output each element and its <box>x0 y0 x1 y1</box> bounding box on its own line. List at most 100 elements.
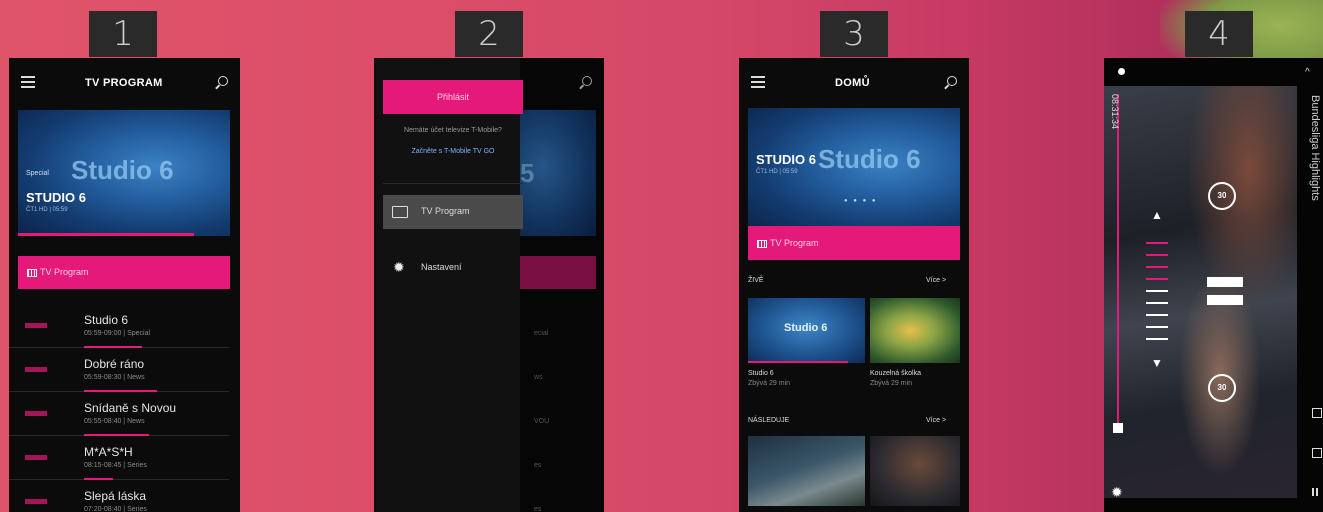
program-title: Snídaně s Novou <box>84 401 177 415</box>
live-card-kouzelna-skolka[interactable] <box>870 298 960 363</box>
volume-bar <box>1146 278 1168 280</box>
bg-search-icon <box>582 76 592 86</box>
channel-logo <box>25 323 47 328</box>
tv-program-button[interactable]: TV Program <box>18 256 230 289</box>
hero-big-title: Studio 6 <box>71 155 174 185</box>
tv-program-button-label: TV Program <box>770 238 819 248</box>
status-dot <box>1118 68 1125 75</box>
card-subtitle: Zbývá 29 min <box>870 380 913 387</box>
channel-row[interactable]: Snídaně s Novou 05:55-08:40 | News <box>9 391 229 436</box>
step-number-4: 4 <box>1185 11 1253 57</box>
settings-gear-icon[interactable]: ✹ <box>1111 484 1123 501</box>
start-link[interactable]: Začněte s T-Mobile TV GO <box>388 148 518 155</box>
program-title: Dobré ráno <box>84 357 145 371</box>
channel-row[interactable]: M*A*S*H 08:15-08:45 | Series <box>9 435 229 480</box>
menu-icon[interactable] <box>21 76 35 91</box>
search-icon[interactable] <box>218 76 228 86</box>
channel-logo <box>25 499 47 504</box>
subtitles-icon[interactable] <box>1312 448 1322 458</box>
hero-meta: ČT1 HD | 05:59 <box>26 207 68 213</box>
seek-handle[interactable] <box>1113 423 1123 433</box>
program-meta: 05:59-08:30 | News <box>84 374 145 381</box>
grid-icon <box>757 239 767 248</box>
search-icon[interactable] <box>947 76 957 86</box>
channel-row[interactable]: Studio 6 05:59-09:00 | Special <box>9 303 229 348</box>
tv-program-button[interactable]: TV Program <box>748 226 960 260</box>
pause-icon-bar-bottom[interactable] <box>1207 295 1243 305</box>
screen-home: DOMŮ Studio 6 STUDIO 6 ČT1 HD | 05:59 ● … <box>739 58 969 512</box>
section-next-title: NÁSLEDUJE <box>748 417 790 424</box>
pip-icon[interactable] <box>1312 408 1322 418</box>
volume-bar <box>1146 242 1168 244</box>
chevron-up-icon[interactable]: ^ <box>1305 67 1310 78</box>
next-card-2[interactable] <box>870 436 960 506</box>
channel-logo <box>25 455 47 460</box>
hero-progress-bar <box>18 233 194 236</box>
skip-forward-icon[interactable]: 30 <box>1208 374 1236 402</box>
volume-bar <box>1146 314 1168 316</box>
menu-item-settings[interactable]: ✹ Nastavení <box>383 254 523 284</box>
channel-logo <box>25 367 47 372</box>
menu-item-tv-program[interactable]: TV Program <box>383 195 523 229</box>
hero-label: Special <box>26 170 49 177</box>
screen-player: ^ 08:31:34 30 30 ▲ ▼ ✹ Bundesliga Highli… <box>1104 58 1323 512</box>
program-meta: 05:59-09:00 | Special <box>84 330 151 337</box>
gear-icon: ✹ <box>393 259 405 275</box>
bg-fragment: es <box>534 506 542 512</box>
program-meta: 08:15-08:45 | Series <box>84 462 147 469</box>
volume-bar <box>1146 266 1168 268</box>
dimmed-background: 5 ecial ws VOU es es <box>520 58 604 512</box>
volume-bar <box>1146 254 1168 256</box>
volume-bar <box>1146 290 1168 292</box>
program-title: Bundesliga Highlights <box>1309 95 1321 201</box>
skip-back-icon[interactable]: 30 <box>1208 182 1236 210</box>
seek-bar[interactable] <box>1117 94 1119 429</box>
step-number-3: 3 <box>820 11 888 57</box>
channel-row[interactable]: Dobré ráno 05:59-08:30 | News <box>9 347 229 392</box>
program-title: Slepá láska <box>84 489 147 503</box>
section-live-title: ŽIVĚ <box>748 277 764 284</box>
screen-side-menu: 5 ecial ws VOU es es Přihlásit Nemáte účet t… <box>374 58 604 512</box>
live-card-studio6[interactable]: Studio 6 <box>748 298 865 363</box>
login-button[interactable]: Přihlásit <box>383 80 523 114</box>
card-thumb-text: Studio 6 <box>784 322 828 334</box>
bg-fragment: VOU <box>534 418 550 425</box>
grid-icon[interactable] <box>1312 488 1320 496</box>
time-label: 08:31:34 <box>1110 94 1120 130</box>
bg-hero: 5 <box>520 110 596 236</box>
menu-icon[interactable] <box>751 76 765 91</box>
channel-logo <box>25 411 47 416</box>
hero-banner[interactable]: Studio 6 STUDIO 6 ČT1 HD | 05:59 ● ● ● ● <box>748 108 960 231</box>
side-drawer: Přihlásit Nemáte účet televize T-Mobile?… <box>374 58 523 512</box>
no-account-text: Nemáte účet televize T-Mobile? <box>404 127 502 134</box>
bg-fragment: es <box>534 462 542 469</box>
channel-row[interactable]: Slepá láska 07:20-08:40 | Series <box>9 479 229 512</box>
menu-item-label: TV Program <box>421 206 470 216</box>
program-meta: 07:20-08:40 | Series <box>84 506 147 512</box>
next-card-1[interactable] <box>748 436 865 506</box>
screen-title: TV PROGRAM <box>85 77 163 89</box>
hero-name: STUDIO 6 <box>26 190 86 205</box>
hero-meta: ČT1 HD | 05:59 <box>756 169 798 175</box>
bg-fragment: ws <box>534 374 543 381</box>
carousel-dots[interactable]: ● ● ● ● <box>844 198 878 204</box>
hero-big-title: Studio 6 <box>818 144 921 174</box>
screen-title: DOMŮ <box>835 77 870 89</box>
more-link-next[interactable]: Více > <box>926 417 946 424</box>
card-subtitle: Zbývá 29 min <box>748 380 791 387</box>
volume-bar <box>1146 302 1168 304</box>
pause-icon-bar-top[interactable] <box>1207 277 1243 287</box>
hero-banner[interactable]: Special Studio 6 STUDIO 6 ČT1 HD | 05:59 <box>18 110 230 236</box>
video-frame[interactable] <box>1104 86 1297 498</box>
menu-item-label: Nastavení <box>421 262 462 272</box>
more-link-live[interactable]: Více > <box>926 277 946 284</box>
grid-icon <box>27 268 37 277</box>
card-title: Studio 6 <box>748 370 774 377</box>
volume-max-icon: ▲ <box>1151 208 1163 222</box>
screen-tv-program: TV PROGRAM Special Studio 6 STUDIO 6 ČT1… <box>9 58 240 512</box>
tv-program-button-label: TV Program <box>40 267 89 277</box>
hero-name: STUDIO 6 <box>756 152 816 167</box>
tv-icon <box>392 206 408 218</box>
step-number-2: 2 <box>455 11 523 57</box>
bg-fragment: ecial <box>534 330 549 337</box>
